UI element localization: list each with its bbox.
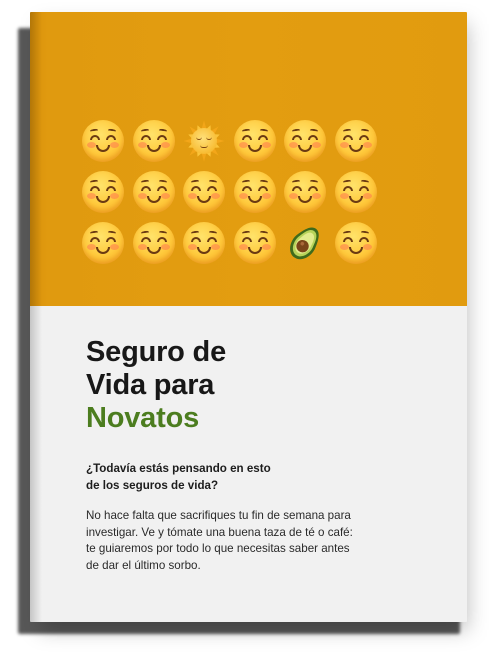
smiling-face-icon <box>334 120 377 162</box>
smiling-face-icon <box>284 120 326 162</box>
smiling-face-icon <box>284 171 326 213</box>
question-line-2: de los seguros de vida? <box>86 479 219 492</box>
smiling-face-icon <box>183 171 225 213</box>
sun-with-face-icon <box>183 120 225 162</box>
body-line-1: No hace falta que sacrifiques tu fin de … <box>86 509 351 522</box>
cover-body-text: No hace falta que sacrifiques tu fin de … <box>86 508 416 574</box>
smiling-face-icon <box>132 120 175 162</box>
title-line-3-accent: Novatos <box>86 402 200 434</box>
ebook-cover: Seguro de Vida para Novatos ¿Todavía est… <box>30 12 467 622</box>
body-line-2: investigar. Ve y tómate una buena taza d… <box>86 525 353 539</box>
emoji-grid <box>82 120 382 264</box>
cover-top-panel <box>30 12 467 306</box>
title-line-1: Seguro de <box>86 336 226 368</box>
smiling-face-icon <box>183 222 225 264</box>
avocado-icon <box>284 222 326 264</box>
smiling-face-icon <box>132 222 175 264</box>
smiling-face-icon <box>132 171 175 213</box>
cover-question: ¿Todavía estás pensando en esto de los s… <box>86 460 336 494</box>
smiling-face-icon <box>334 171 377 213</box>
ebook-cover-scene: Seguro de Vida para Novatos ¿Todavía est… <box>0 0 489 655</box>
smiling-face-icon <box>334 222 377 264</box>
smiling-face-icon <box>233 171 276 213</box>
smiling-face-icon <box>233 120 276 162</box>
cover-title: Seguro de Vida para Novatos <box>86 336 226 435</box>
smiling-face-icon <box>233 222 276 264</box>
body-line-3: te guiaremos por todo lo que necesitas s… <box>86 542 350 555</box>
title-line-2: Vida para <box>86 369 215 401</box>
body-line-4: de dar el último sorbo. <box>86 558 201 572</box>
smiling-face-icon <box>82 222 124 264</box>
smiling-face-icon <box>82 171 124 213</box>
spine-shade <box>30 12 42 622</box>
smiling-face-icon <box>82 120 124 162</box>
question-line-1: ¿Todavía estás pensando en esto <box>86 462 271 475</box>
